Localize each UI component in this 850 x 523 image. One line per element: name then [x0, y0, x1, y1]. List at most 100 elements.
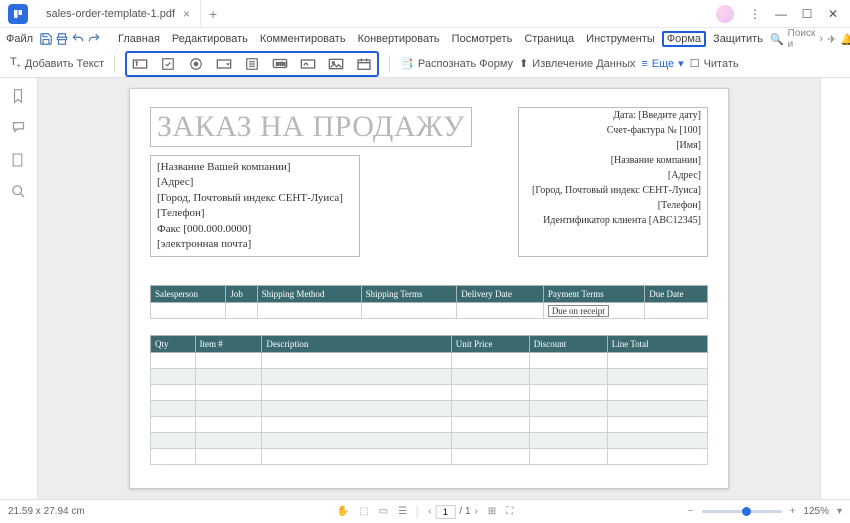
fullscreen-icon[interactable]: ⛶	[506, 506, 513, 517]
comment-icon[interactable]	[11, 120, 27, 136]
company-line: [Название Вашей компании]	[157, 160, 353, 175]
th-salesperson: Salesperson	[151, 286, 226, 303]
td[interactable]	[457, 303, 544, 319]
checkbox-field-icon[interactable]	[159, 55, 177, 73]
date-field-icon[interactable]	[355, 55, 373, 73]
td[interactable]	[226, 303, 257, 319]
td[interactable]	[645, 303, 708, 319]
bell-icon[interactable]: 🔔	[840, 33, 850, 46]
left-sidebar	[0, 78, 38, 499]
zoom-in-icon[interactable]: +	[790, 506, 796, 517]
th-unit-price: Unit Price	[451, 336, 529, 353]
menu-home[interactable]: Главная	[113, 31, 165, 47]
extract-icon: ⬆	[519, 57, 528, 70]
app-logo[interactable]	[8, 4, 28, 24]
menu-edit[interactable]: Редактировать	[167, 31, 253, 47]
meta-line: Идентификатор клиента [ABC12345]	[519, 213, 707, 228]
document-tab[interactable]: sales-order-template-1.pdf ×	[36, 0, 201, 28]
chevron-right-icon[interactable]: ›	[819, 33, 823, 45]
page-dimensions: 21.59 x 27.94 cm	[8, 506, 85, 517]
signature-field-icon[interactable]	[299, 55, 317, 73]
table-row	[151, 433, 708, 449]
menu-comment[interactable]: Комментировать	[255, 31, 351, 47]
menu-form[interactable]: Форма	[662, 31, 706, 47]
save-icon[interactable]	[39, 30, 53, 48]
meta-line: [Город, Почтовый индекс СЕНТ-Луиса]	[519, 183, 707, 198]
add-text-label: Добавить Текст	[25, 58, 104, 70]
dropdown-field-icon[interactable]	[215, 55, 233, 73]
image-field-icon[interactable]	[327, 55, 345, 73]
company-line: Факс [000.000.0000]	[157, 222, 353, 237]
zoom-slider[interactable]	[702, 510, 782, 513]
minimize-icon[interactable]: —	[770, 7, 792, 21]
titlebar: sales-order-template-1.pdf × + ⋮ — ☐ ✕	[0, 0, 850, 28]
next-page-icon[interactable]: ›	[475, 506, 478, 517]
menu-page[interactable]: Страница	[519, 31, 579, 47]
statusbar: 21.59 x 27.94 cm ✋ ⬚ ▭ ☰ ‹ / 1 › ⊞ ⛶ − +…	[0, 499, 850, 523]
th-discount: Discount	[529, 336, 607, 353]
company-line: [Телефон]	[157, 206, 353, 221]
read-button[interactable]: ☐ Читать	[690, 57, 739, 70]
search-panel-icon[interactable]	[11, 184, 27, 200]
td-payment-terms[interactable]: Due on receipt	[543, 303, 644, 319]
th-description: Description	[262, 336, 451, 353]
th-payment-terms: Payment Terms	[543, 286, 644, 303]
order-info-table: Salesperson Job Shipping Method Shipping…	[150, 285, 708, 319]
menu-tools[interactable]: Инструменты	[581, 31, 660, 47]
listbox-field-icon[interactable]	[243, 55, 261, 73]
meta-line: [Адрес]	[519, 168, 707, 183]
more-menu-icon[interactable]: ⋮	[744, 7, 766, 21]
data-extraction-button[interactable]: ⬆ Извлечение Данных	[519, 57, 635, 70]
table-row	[151, 401, 708, 417]
radio-field-icon[interactable]	[187, 55, 205, 73]
td[interactable]	[151, 303, 226, 319]
close-window-icon[interactable]: ✕	[822, 7, 844, 21]
view-continuous-icon[interactable]: ☰	[398, 506, 407, 517]
layout-icon[interactable]: ⊞	[488, 506, 496, 517]
user-avatar[interactable]	[716, 5, 734, 23]
view-single-icon[interactable]: ▭	[379, 506, 388, 517]
menu-view[interactable]: Посмотреть	[447, 31, 518, 47]
search-placeholder[interactable]: Поиск и	[788, 28, 816, 50]
button-field-icon[interactable]: BTN	[271, 55, 289, 73]
bookmark-icon[interactable]	[11, 88, 27, 104]
search-icon[interactable]: 🔍	[770, 33, 784, 46]
maximize-icon[interactable]: ☐	[796, 7, 818, 21]
more-label: Еще	[652, 58, 674, 70]
redo-icon[interactable]	[87, 30, 101, 48]
th-shipping-terms: Shipping Terms	[361, 286, 457, 303]
close-tab-icon[interactable]: ×	[183, 7, 190, 21]
more-button[interactable]: ≡ Еще ▾	[641, 57, 683, 70]
menu-protect[interactable]: Защитить	[708, 31, 768, 47]
meta-line: [Телефон]	[519, 198, 707, 213]
workspace: ЗАКАЗ НА ПРОДАЖУ [Название Вашей компани…	[0, 78, 850, 499]
add-text-button[interactable]: T+ Добавить Текст	[10, 56, 104, 70]
hand-tool-icon[interactable]: ✋	[337, 506, 349, 517]
page-viewport[interactable]: ЗАКАЗ НА ПРОДАЖУ [Название Вашей компани…	[38, 78, 820, 499]
form-fields-group: BTN	[125, 51, 379, 77]
td[interactable]	[257, 303, 361, 319]
file-menu[interactable]: Файл	[6, 33, 33, 45]
select-tool-icon[interactable]: ⬚	[359, 506, 368, 517]
text-field-icon[interactable]	[131, 55, 149, 73]
zoom-out-icon[interactable]: −	[688, 506, 694, 517]
print-icon[interactable]	[55, 30, 69, 48]
read-label: Читать	[704, 58, 739, 70]
tab-title: sales-order-template-1.pdf	[46, 8, 175, 20]
prev-page-icon[interactable]: ‹	[428, 506, 431, 517]
zoom-dropdown-icon[interactable]: ▾	[837, 506, 842, 517]
company-line: [Город, Почтовый индекс СЕНТ-Луиса]	[157, 191, 353, 206]
checkbox-icon: ☐	[690, 57, 700, 70]
form-toolbar: T+ Добавить Текст BTN 📑 Распознать Форму…	[0, 50, 850, 78]
td[interactable]	[361, 303, 457, 319]
menu-convert[interactable]: Конвертировать	[353, 31, 445, 47]
undo-icon[interactable]	[71, 30, 85, 48]
recognize-form-button[interactable]: 📑 Распознать Форму	[400, 57, 513, 70]
document-title: ЗАКАЗ НА ПРОДАЖУ	[150, 107, 472, 147]
page-total: / 1	[459, 506, 470, 517]
table-row	[151, 385, 708, 401]
add-tab-button[interactable]: +	[201, 6, 225, 22]
thumbnail-icon[interactable]	[11, 152, 27, 168]
page-input[interactable]	[435, 505, 455, 519]
send-icon[interactable]: ✈	[827, 33, 836, 46]
